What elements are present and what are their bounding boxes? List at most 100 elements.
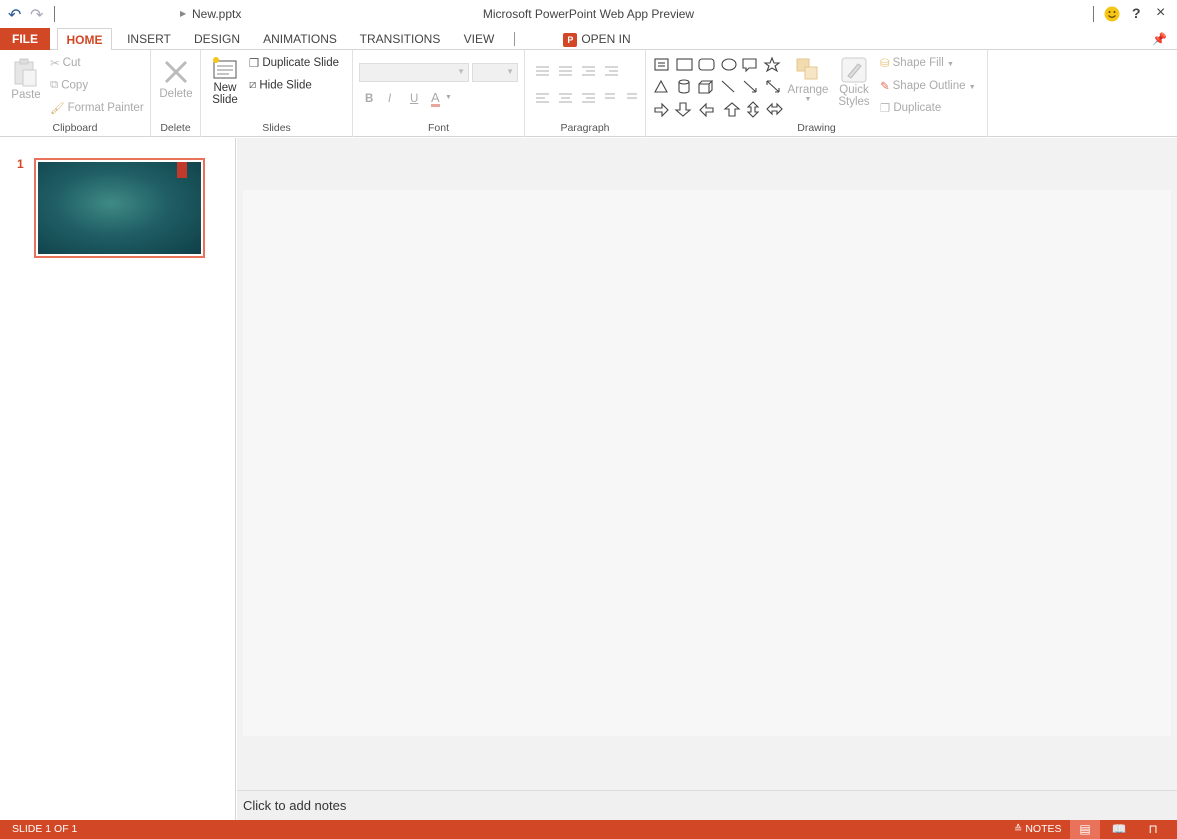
chevron-down-icon: ▼: [968, 84, 976, 92]
font-size-dropdown[interactable]: ▼: [472, 63, 518, 82]
close-button[interactable]: ×: [1156, 4, 1165, 22]
arrange-icon: [796, 58, 818, 80]
pin-ribbon-icon[interactable]: 📌: [1152, 32, 1167, 46]
duplicate-shape-button[interactable]: ❐ Duplicate: [880, 101, 941, 115]
cut-button[interactable]: ✂ Cut: [50, 56, 81, 70]
copy-icon: ⧉: [50, 79, 59, 91]
paragraph-tools-icons[interactable]: [533, 64, 641, 104]
tab-design[interactable]: DESIGN: [190, 28, 244, 50]
delete-group: Delete Delete: [151, 50, 201, 137]
help-button[interactable]: ?: [1132, 5, 1141, 21]
duplicate-label: Duplicate: [893, 102, 942, 115]
slideshow-button[interactable]: ⊓: [1138, 820, 1168, 839]
scissors-icon: ✂: [50, 58, 60, 70]
shape-fill-label: Shape Fill: [892, 57, 944, 70]
copy-button[interactable]: ⧉ Copy: [50, 79, 88, 92]
hide-slide-button[interactable]: ⧄ Hide Slide: [249, 79, 312, 92]
tab-home[interactable]: HOME: [57, 28, 112, 51]
pencil-outline-icon: ✎: [880, 81, 890, 93]
slide-thumbnail-pane: 1: [0, 138, 236, 820]
tab-separator: [514, 32, 515, 46]
clipboard-group-label: Clipboard: [52, 122, 98, 134]
slide-canvas[interactable]: [243, 190, 1171, 736]
duplicate-slide-label: Duplicate Slide: [262, 57, 340, 70]
font-name-dropdown[interactable]: ▼: [359, 63, 469, 82]
hide-slide-icon: ⧄: [249, 79, 257, 91]
new-slide-label-2: Slide: [212, 94, 238, 106]
hide-slide-label: Hide Slide: [259, 79, 312, 92]
format-painter-label: Format Painter: [67, 102, 144, 115]
tab-file[interactable]: FILE: [0, 28, 50, 50]
paste-icon: [14, 58, 36, 87]
slides-group-label: Slides: [262, 122, 291, 134]
slide-thumbnail[interactable]: [34, 158, 205, 258]
notes-icon: ≙: [1014, 824, 1023, 835]
ribbon: Paste ✂ Cut ⧉ Copy 🖌 Format Painter Clipboa…: [0, 50, 1177, 137]
tab-animations[interactable]: ANIMATIONS: [260, 28, 340, 50]
editing-view-icon: ▤: [1079, 822, 1091, 836]
new-slide-button[interactable]: New Slide: [207, 56, 243, 106]
slide-accent-bar: [177, 162, 187, 178]
status-bar: SLIDE 1 OF 1 ≙ NOTES ▤ 📖 ⊓: [0, 820, 1177, 839]
open-in-powerpoint-button[interactable]: POPEN IN POWERPOINT: [524, 28, 670, 68]
arrange-button[interactable]: Arrange ▼: [786, 56, 830, 103]
x-delete-icon: [164, 60, 188, 84]
italic-button[interactable]: I: [388, 93, 391, 105]
delete-group-label: Delete: [160, 122, 191, 134]
font-group: ▼ ▼ B I U A ▼ Font: [353, 50, 525, 137]
shapes-gallery[interactable]: [652, 56, 786, 118]
delete-button[interactable]: Delete: [157, 58, 195, 100]
slide-number: 1: [17, 157, 24, 171]
format-painter-button[interactable]: 🖌 Format Painter: [50, 101, 144, 115]
slide-thumbnail-image: [38, 162, 201, 254]
paint-bucket-icon: ⛁: [880, 58, 890, 70]
font-group-label: Font: [427, 122, 449, 134]
brush-icon: 🖌: [50, 103, 65, 115]
duplicate-slide-icon: ❐: [249, 58, 260, 70]
chevron-down-icon: ▼: [946, 61, 954, 69]
notes-placeholder[interactable]: Click to add notes: [243, 798, 346, 813]
notes-toggle-button[interactable]: ≙ NOTES: [1014, 823, 1061, 835]
title-separator-right: [1093, 6, 1094, 22]
slideshow-icon: ⊓: [1148, 822, 1158, 836]
drawing-group-label: Drawing: [797, 122, 836, 134]
new-slide-label-1: New: [213, 82, 237, 94]
quick-styles-label-1: Quick: [839, 84, 869, 96]
notes-pane[interactable]: Click to add notes: [237, 790, 1177, 820]
quick-styles-icon: [841, 57, 867, 83]
duplicate-icon: ❐: [880, 103, 891, 115]
tab-insert[interactable]: INSERT: [122, 28, 176, 50]
drawing-group: Arrange ▼ Quick Styles ⛁ Shape Fill ▼ ✎ Sh…: [646, 50, 988, 137]
title-bar: ↶ ↷ ▶ New.pptx Microsoft PowerPoint Web …: [0, 0, 1177, 28]
paste-label: Paste: [11, 89, 41, 101]
chevron-down-icon: ▼: [457, 67, 465, 76]
tab-view[interactable]: VIEW: [459, 28, 499, 50]
paragraph-group-label: Paragraph: [560, 122, 610, 134]
shape-outline-label: Shape Outline: [892, 80, 966, 93]
font-color-button[interactable]: A: [431, 91, 440, 107]
bold-button[interactable]: B: [365, 93, 373, 105]
shape-outline-button[interactable]: ✎ Shape Outline ▼: [880, 79, 976, 93]
tab-transitions[interactable]: TRANSITIONS: [357, 28, 443, 50]
ribbon-tabs: FILE HOME INSERT DESIGN ANIMATIONS TRANS…: [0, 28, 1177, 68]
clipboard-group: Paste ✂ Cut ⧉ Copy 🖌 Format Painter Clipboa…: [0, 50, 151, 137]
slide-edit-pane: [237, 138, 1177, 790]
font-color-chevron-icon[interactable]: ▼: [445, 94, 452, 101]
chevron-down-icon: ▼: [506, 67, 514, 76]
duplicate-slide-button[interactable]: ❐ Duplicate Slide: [249, 56, 339, 70]
smiley-feedback-icon[interactable]: [1104, 6, 1120, 25]
shape-fill-button[interactable]: ⛁ Shape Fill ▼: [880, 56, 954, 70]
reading-view-button[interactable]: 📖: [1104, 820, 1134, 839]
paste-button[interactable]: Paste: [10, 58, 42, 101]
editing-view-button[interactable]: ▤: [1070, 820, 1100, 839]
delete-label: Delete: [159, 88, 193, 100]
quick-styles-button[interactable]: Quick Styles: [834, 56, 874, 108]
cut-label: Cut: [62, 57, 81, 70]
app-title: Microsoft PowerPoint Web App Preview: [482, 7, 695, 21]
slide-count: SLIDE 1 OF 1: [12, 823, 78, 835]
underline-button[interactable]: U: [410, 93, 418, 105]
reading-view-icon: 📖: [1111, 822, 1127, 836]
slides-group: New Slide ❐ Duplicate Slide ⧄ Hide Slide S…: [201, 50, 353, 137]
paragraph-group: Paragraph: [525, 50, 646, 137]
copy-label: Copy: [61, 79, 89, 92]
